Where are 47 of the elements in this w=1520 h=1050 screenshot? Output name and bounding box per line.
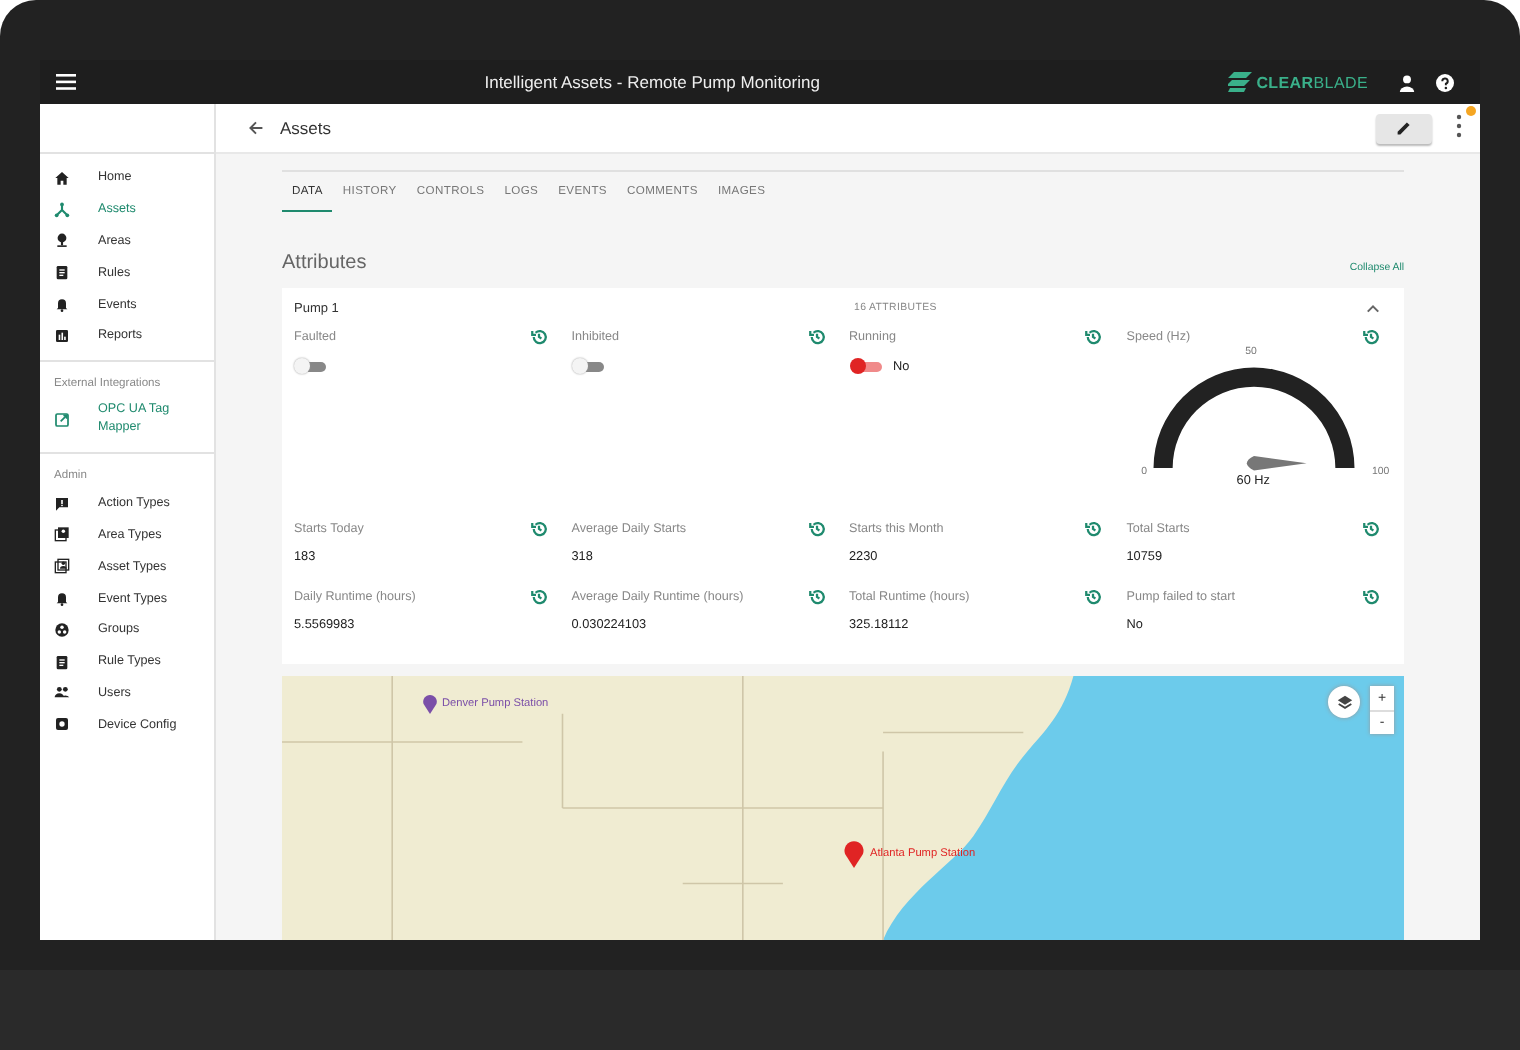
history-icon[interactable]: [1084, 588, 1103, 606]
edit-button[interactable]: [1376, 113, 1432, 143]
toggle-switch[interactable]: [571, 358, 604, 374]
history-icon[interactable]: [807, 328, 825, 346]
more-icon[interactable]: [1455, 114, 1461, 138]
nav-icon: [54, 684, 70, 701]
nav-icon: [54, 201, 70, 218]
nav-icon: [54, 558, 70, 575]
layers-icon: [1335, 693, 1353, 711]
nav-icon: [54, 169, 70, 186]
nav-icon: [54, 716, 70, 733]
nav-icon: [54, 264, 70, 281]
history-icon[interactable]: [1362, 520, 1380, 538]
history-icon[interactable]: [1362, 588, 1380, 606]
history-icon[interactable]: [1084, 520, 1103, 538]
nav-icon: [54, 526, 70, 543]
brand-logo: CLEARBLADE: [1256, 73, 1368, 91]
app-title: Intelligent Assets - Remote Pump Monitoring: [482, 72, 822, 92]
nav-icon: [54, 327, 70, 344]
nav-icon: [54, 590, 70, 607]
history-icon[interactable]: [1362, 328, 1380, 346]
history-icon[interactable]: [807, 520, 825, 538]
page-title: Assets: [280, 118, 334, 138]
external-link-icon: [54, 411, 70, 428]
map-pin-icon[interactable]: [422, 694, 438, 714]
toggle-switch[interactable]: [849, 358, 881, 374]
map-pin-icon[interactable]: [842, 840, 866, 868]
nav-icon: [54, 232, 70, 249]
pencil-icon: [1396, 120, 1412, 136]
history-icon[interactable]: [807, 588, 825, 606]
history-icon[interactable]: [529, 520, 548, 538]
gauge-needle: [1246, 456, 1306, 471]
history-icon[interactable]: [529, 588, 548, 606]
history-icon[interactable]: [529, 328, 548, 346]
help-icon[interactable]: [1436, 73, 1454, 91]
toggle-switch[interactable]: [294, 358, 326, 374]
history-icon[interactable]: [1084, 328, 1103, 346]
nav-icon: [54, 621, 70, 638]
back-arrow-icon[interactable]: [248, 120, 264, 136]
nav-icon: [54, 653, 70, 670]
account-icon[interactable]: [1398, 73, 1416, 91]
logo-icon: [1228, 72, 1253, 92]
menu-icon[interactable]: [56, 74, 76, 90]
nav-icon: [54, 495, 70, 512]
section-title: Attributes: [282, 252, 367, 274]
nav-icon: [54, 296, 70, 313]
chevron-icon[interactable]: [1366, 301, 1380, 315]
